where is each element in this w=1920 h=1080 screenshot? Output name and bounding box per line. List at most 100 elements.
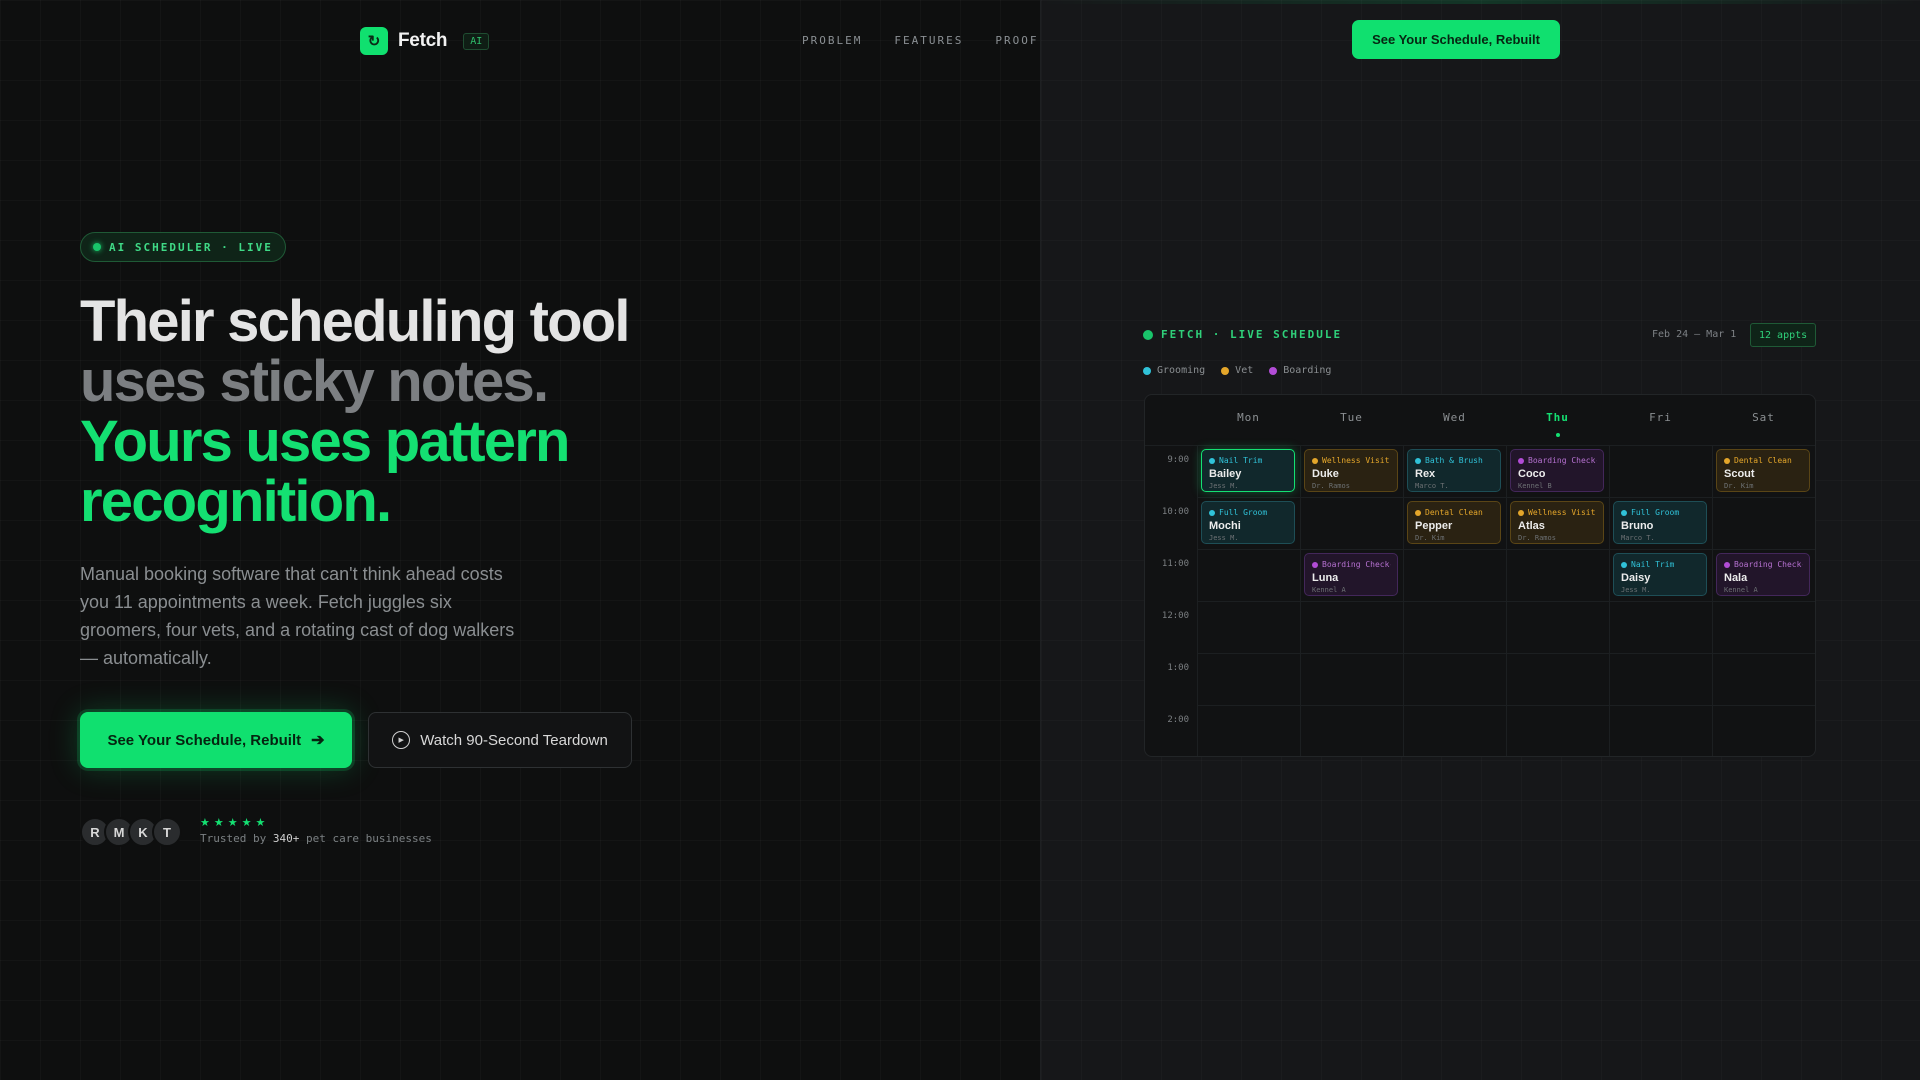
- time-label: 10:00: [1161, 507, 1189, 517]
- brand-logo[interactable]: ↻ Fetch AI: [360, 27, 490, 55]
- weekly-calendar: Mon Tue Wed Thu Fri Sat 9:00 10:00 11:00 12:00 1:0…: [1144, 394, 1816, 757]
- trusted-prefix: Trusted by: [200, 832, 267, 845]
- appointment-service: Boarding Check-in: [1724, 560, 1803, 569]
- pet-name: Mochi: [1209, 520, 1241, 532]
- time-label: 9:00: [1167, 455, 1189, 465]
- appointment-card-bailey[interactable]: Nail Trim Bailey Jess M.: [1201, 449, 1295, 492]
- hero-subcopy: Manual booking software that can't think…: [80, 564, 515, 668]
- nav-link-proof[interactable]: PROOF: [995, 34, 1038, 47]
- headline-line-1: Their scheduling tool: [80, 289, 630, 354]
- appointment-card-rex[interactable]: Bath & Brush Rex Marco T.: [1407, 449, 1501, 492]
- arrow-right-icon: ➔: [311, 732, 325, 749]
- legend-dot-icon: [1269, 366, 1278, 375]
- trusted-suffix: pet care businesses: [305, 832, 432, 845]
- service-label: Wellness Visit: [1528, 508, 1596, 517]
- legend-label: Grooming: [1157, 365, 1206, 376]
- brand-name: Fetch: [398, 30, 448, 51]
- service-dot-icon: [1209, 509, 1215, 516]
- time-label: 12:00: [1161, 611, 1189, 621]
- service-label: Dental Clean: [1734, 456, 1792, 465]
- day-header-fri[interactable]: Fri: [1609, 411, 1712, 424]
- staff-name: Marco T.: [1415, 482, 1449, 490]
- appointment-card-scout[interactable]: Dental Clean Scout Dr. Kim: [1716, 449, 1810, 492]
- date-range: Feb 24 – Mar 1: [1652, 329, 1737, 340]
- service-label: Nail Trim: [1631, 560, 1675, 569]
- appointment-service: Wellness Visit: [1312, 456, 1391, 465]
- headline-line-4: recognition.: [80, 469, 392, 534]
- schedule-header: FETCH · LIVE SCHEDULE: [1143, 328, 1342, 341]
- watch-teardown-button[interactable]: ▶ Watch 90-Second Teardown: [368, 712, 632, 768]
- pet-name: Duke: [1312, 468, 1339, 480]
- appointment-service: Bath & Brush: [1415, 456, 1494, 465]
- appointment-card-pepper[interactable]: Dental Clean Pepper Dr. Kim: [1407, 501, 1501, 544]
- appointment-card-coco[interactable]: Boarding Check-in Coco Kennel B: [1510, 449, 1604, 492]
- pet-name: Rex: [1415, 468, 1436, 480]
- appointment-service: Boarding Check-in: [1518, 456, 1597, 465]
- service-dot-icon: [1724, 561, 1730, 568]
- service-label: Boarding Check-in: [1322, 560, 1391, 569]
- trusted-by-text: Trusted by 340+ pet care businesses: [200, 832, 432, 845]
- appointment-service: Boarding Check-in: [1312, 560, 1391, 569]
- watch-teardown-label: Watch 90-Second Teardown: [420, 731, 608, 749]
- live-status-pill: AI SCHEDULER · LIVE: [80, 232, 286, 262]
- time-label: 11:00: [1161, 559, 1189, 569]
- top-glow: [1040, 0, 1920, 4]
- service-label: Boarding Check-in: [1528, 456, 1597, 465]
- legend-item-boarding: Boarding: [1269, 365, 1331, 376]
- live-dot-icon: [93, 243, 101, 251]
- staff-name: Jess M.: [1621, 586, 1651, 594]
- pet-name: Bruno: [1621, 520, 1654, 532]
- staff-name: Jess M.: [1209, 534, 1239, 542]
- day-header-thu[interactable]: Thu: [1506, 411, 1609, 424]
- appointment-service: Dental Clean: [1415, 508, 1494, 517]
- primary-cta-label: See Your Schedule, Rebuilt: [107, 731, 302, 749]
- row-divider: [1197, 549, 1815, 550]
- nav-link-features[interactable]: FEATURES: [894, 34, 963, 47]
- trusted-count: 340+: [272, 832, 300, 845]
- appointment-card-nala[interactable]: Boarding Check-in Nala Kennel A: [1716, 553, 1810, 596]
- pet-name: Daisy: [1621, 572, 1651, 584]
- appointment-card-bruno[interactable]: Full Groom Bruno Marco T.: [1613, 501, 1707, 544]
- time-label: 2:00: [1167, 715, 1189, 725]
- social-proof: ★★★★★ Trusted by 340+ pet care businesse…: [200, 816, 432, 845]
- service-label: Bath & Brush: [1425, 456, 1483, 465]
- service-dot-icon: [1415, 509, 1421, 516]
- appointment-card-mochi[interactable]: Full Groom Mochi Jess M.: [1201, 501, 1295, 544]
- service-dot-icon: [1312, 561, 1318, 568]
- appointment-card-duke[interactable]: Wellness Visit Duke Dr. Ramos: [1304, 449, 1398, 492]
- service-label: Dental Clean: [1425, 508, 1483, 517]
- pet-name: Bailey: [1209, 468, 1242, 480]
- day-header-tue[interactable]: Tue: [1300, 411, 1403, 424]
- staff-name: Dr. Kim: [1724, 482, 1754, 490]
- staff-name: Jess M.: [1209, 482, 1239, 490]
- ai-badge: AI: [463, 32, 490, 50]
- staff-name: Dr. Ramos: [1312, 482, 1350, 490]
- fetch-logo-icon: ↻: [360, 27, 388, 55]
- appointment-count-badge: 12 appts: [1750, 323, 1817, 347]
- nav-cta-button[interactable]: See Your Schedule, Rebuilt: [1352, 20, 1560, 59]
- day-header-sat[interactable]: Sat: [1712, 411, 1815, 424]
- service-dot-icon: [1209, 457, 1215, 464]
- service-dot-icon: [1518, 457, 1524, 464]
- day-header-mon[interactable]: Mon: [1197, 411, 1300, 424]
- appointment-service: Full Groom: [1209, 508, 1288, 517]
- appointment-card-daisy[interactable]: Nail Trim Daisy Jess M.: [1613, 553, 1707, 596]
- day-header-wed[interactable]: Wed: [1403, 411, 1506, 424]
- service-dot-icon: [1621, 561, 1627, 568]
- service-dot-icon: [1724, 457, 1730, 464]
- headline-line-2: uses sticky notes.: [80, 349, 549, 414]
- pet-name: Atlas: [1518, 520, 1545, 532]
- appointment-card-luna[interactable]: Boarding Check-in Luna Kennel A: [1304, 553, 1398, 596]
- nav-link-problem[interactable]: PROBLEM: [802, 34, 862, 47]
- primary-cta-button[interactable]: See Your Schedule, Rebuilt ➔: [80, 712, 352, 768]
- star-rating-icon: ★★★★★: [200, 817, 270, 829]
- appointment-card-atlas[interactable]: Wellness Visit Atlas Dr. Ramos: [1510, 501, 1604, 544]
- legend-label: Boarding: [1283, 365, 1332, 376]
- legend-item-vet: Vet: [1221, 365, 1253, 376]
- play-icon: ▶: [392, 731, 411, 749]
- today-dot-icon: [1555, 433, 1560, 437]
- customer-avatars: R M K T: [80, 817, 182, 847]
- calendar-header-divider: [1145, 445, 1815, 446]
- schedule-title: FETCH · LIVE SCHEDULE: [1161, 328, 1343, 341]
- service-label: Full Groom: [1219, 508, 1268, 517]
